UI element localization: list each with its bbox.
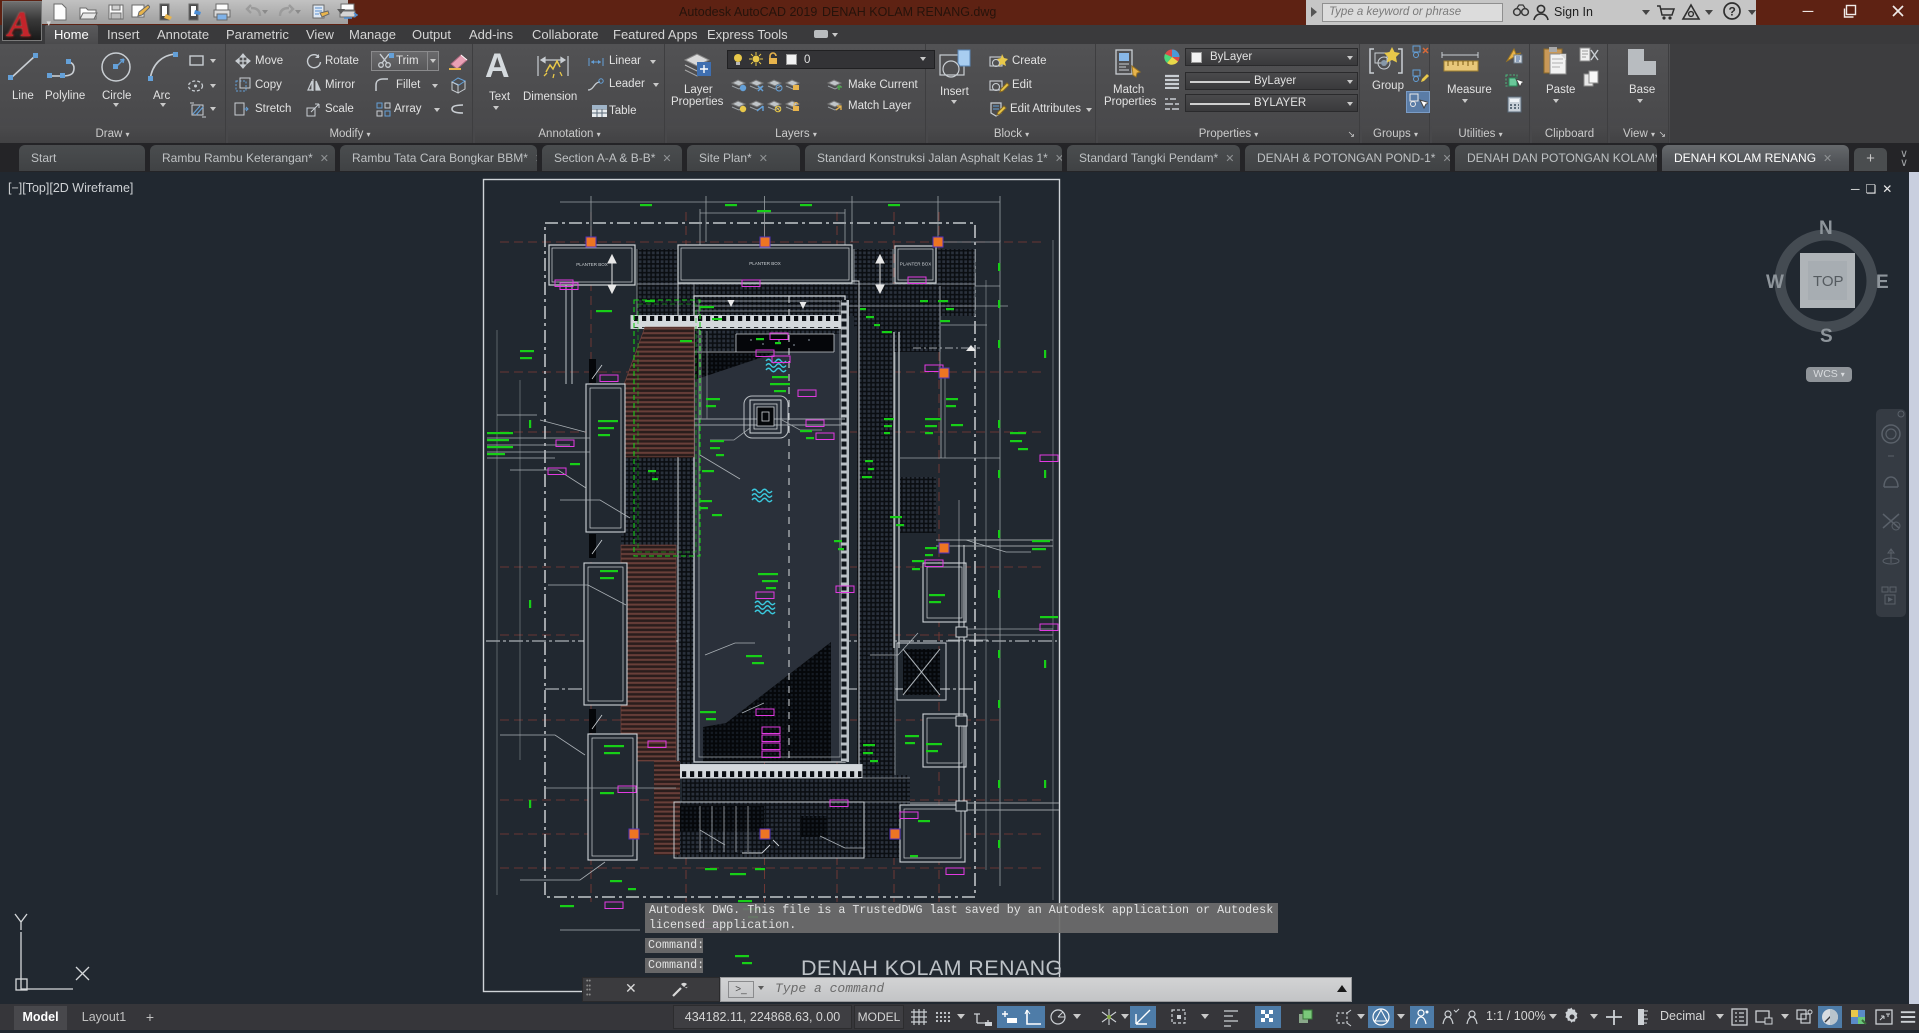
- svg-text:?: ?: [1729, 5, 1736, 19]
- svg-text:S: S: [1820, 326, 1833, 344]
- svg-text:PLANTER BOX: PLANTER BOX: [576, 262, 608, 267]
- svg-text:W: W: [1766, 272, 1784, 293]
- svg-text:TOP: TOP: [1813, 273, 1844, 290]
- svg-text:PLANTER BOX: PLANTER BOX: [749, 261, 781, 266]
- svg-text:E: E: [1876, 272, 1889, 293]
- svg-text:N: N: [1819, 220, 1833, 239]
- svg-text:PLANTER BOX: PLANTER BOX: [900, 262, 932, 267]
